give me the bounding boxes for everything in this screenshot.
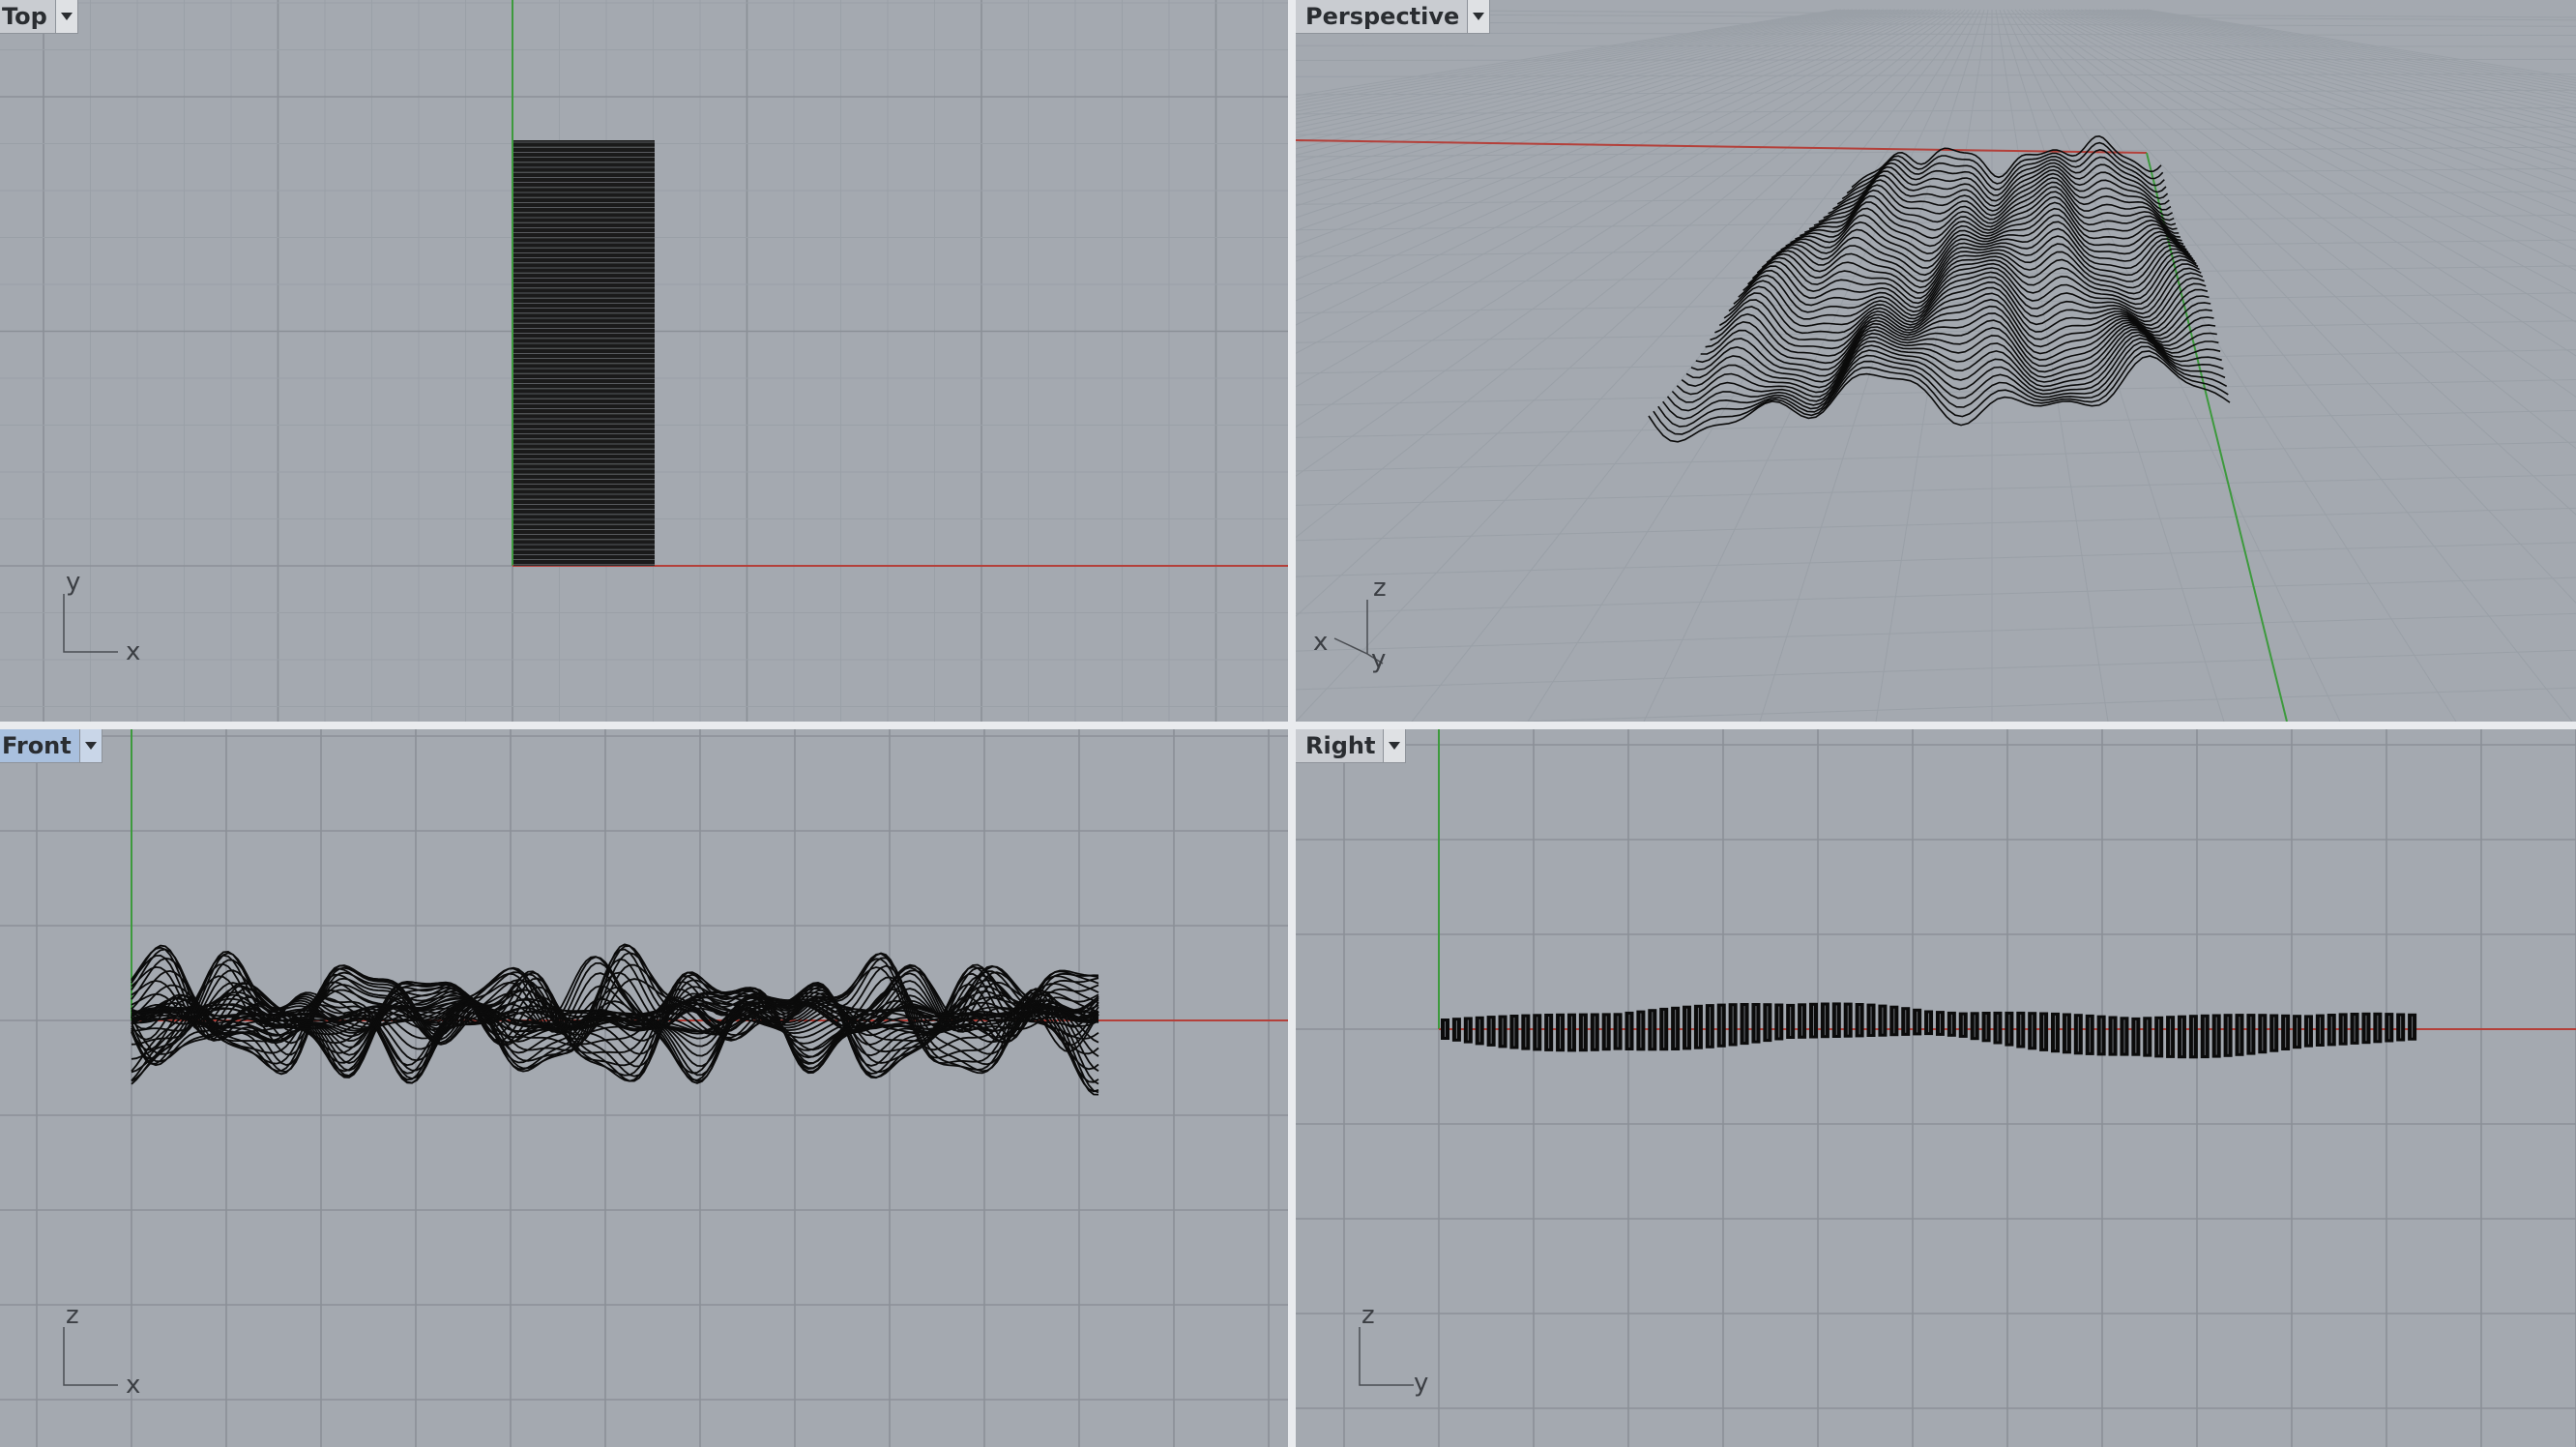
triangle-down-icon[interactable] (54, 0, 77, 33)
grid-line (2057, 9, 2576, 204)
axis-label-y: y (66, 568, 80, 597)
grid-line (2076, 9, 2576, 155)
grid-line (1296, 292, 2576, 314)
axis-label-z: z (1361, 1301, 1375, 1330)
grid-line (2092, 9, 2576, 129)
grid-line (1995, 9, 2109, 722)
grid-line (2064, 9, 2576, 181)
viewport-top[interactable]: Top y x (0, 0, 1288, 722)
grid-line (2022, 9, 2576, 450)
grid-line (2006, 9, 2457, 722)
axis-label-x: x (126, 637, 140, 664)
top-view-canvas[interactable] (0, 0, 1288, 722)
axis-widget-perspective: z x y (1313, 574, 1387, 674)
axis-widget-front: z x (63, 1301, 140, 1397)
grid-line (1296, 612, 2576, 652)
axis-label-y: y (1414, 1369, 1428, 1397)
viewport-title-top[interactable]: Top (0, 0, 55, 33)
grid-line (1296, 89, 2576, 96)
grid-line (2061, 9, 2576, 192)
axis-label-z: z (66, 1301, 79, 1330)
grid-line (2053, 9, 2576, 218)
viewport-tab-top[interactable]: Top (0, 0, 78, 34)
curve-sections-right (1441, 1002, 2417, 1059)
axis-widget-top: y x (63, 568, 140, 664)
triangle-down-icon[interactable] (1383, 729, 1406, 762)
curve-stack-top (513, 140, 655, 566)
viewport-title-front[interactable]: Front (0, 729, 79, 762)
viewport-front[interactable]: Front z x (0, 729, 1288, 1447)
axis-label-x: x (126, 1371, 140, 1397)
triangle-down-icon[interactable] (1467, 0, 1490, 33)
axis-widget-right: z y (1359, 1301, 1428, 1397)
wave-curve (1756, 248, 2194, 300)
viewport-title-right[interactable]: Right (1296, 729, 1383, 762)
grid-line (1759, 9, 1985, 722)
wave-curves-front (131, 943, 1099, 1096)
grid-line (1296, 191, 2576, 205)
viewport-perspective[interactable]: Perspective z x y (1296, 0, 2576, 722)
grid-line (2045, 9, 2576, 251)
grid-line (1296, 441, 2576, 472)
grid (0, 729, 1288, 1447)
axis-label-y: y (1371, 645, 1386, 674)
grid-line (1296, 106, 2576, 115)
grid-line (1296, 146, 2576, 158)
grid-line (1296, 649, 2576, 691)
perspective-view-canvas[interactable] (1296, 0, 2576, 722)
viewport-right[interactable]: Right z y (1296, 729, 2576, 1447)
grid-line (2088, 9, 2576, 134)
grid-line (2084, 9, 2576, 140)
viewport-tab-perspective[interactable]: Perspective (1296, 0, 1491, 34)
viewport-tab-front[interactable]: Front (0, 729, 102, 763)
grid-line (1296, 542, 2576, 577)
grid-line (1296, 379, 2576, 406)
triangle-down-icon[interactable] (78, 729, 102, 762)
axis-label-x: x (1313, 628, 1328, 657)
grid-line (1296, 409, 2576, 438)
x-axis-line (1296, 139, 2148, 154)
axis-label-z: z (1373, 574, 1387, 603)
front-view-canvas[interactable] (0, 729, 1288, 1447)
grid-line (1296, 474, 2576, 506)
grid-line (2072, 9, 2576, 162)
grid (1296, 729, 2576, 1447)
grid-line (1507, 687, 2576, 722)
grid-line (1296, 239, 2576, 257)
grid-line (2080, 9, 2576, 147)
grid-line (2014, 9, 2576, 605)
grid-line (1296, 576, 2576, 614)
right-view-canvas[interactable] (1296, 729, 2576, 1447)
viewport-tab-right[interactable]: Right (1296, 729, 1407, 763)
grid-line (1296, 507, 2576, 542)
grid-line (1296, 44, 2576, 47)
viewport-title-perspective[interactable]: Perspective (1296, 0, 1467, 33)
grid-line (1296, 349, 2576, 374)
